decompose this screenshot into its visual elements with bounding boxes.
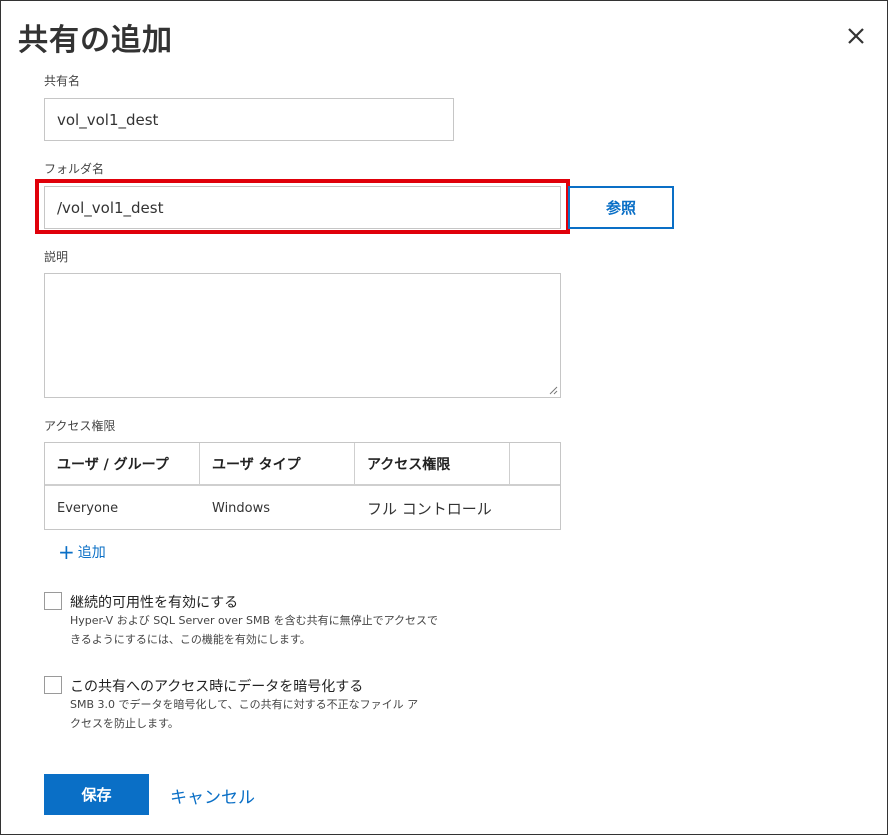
access-table: ユーザ / グループ ユーザ タイプ アクセス権限 Everyone Windo… (44, 442, 561, 530)
plus-icon: + (58, 540, 75, 564)
cell-access: フル コントロール (367, 499, 492, 518)
cell-actions (510, 493, 560, 523)
column-header-user-group[interactable]: ユーザ / グループ (45, 443, 200, 484)
access-permissions-label: アクセス権限 (44, 419, 116, 433)
continuous-availability-description-line2: きるようにするには、この機能を有効にします。 (70, 633, 311, 646)
continuous-availability-checkbox[interactable] (44, 592, 62, 610)
share-name-input[interactable]: vol_vol1_dest (44, 98, 454, 141)
encryption-label[interactable]: この共有へのアクセス時にデータを暗号化する (70, 676, 363, 696)
continuous-availability-description-line1: Hyper-V および SQL Server over SMB を含む共有に無停… (70, 614, 439, 627)
add-permission-label: 追加 (77, 545, 106, 561)
table-header: ユーザ / グループ ユーザ タイプ アクセス権限 (45, 443, 560, 486)
continuous-availability-label[interactable]: 継続的可用性を有効にする (70, 592, 238, 612)
browse-button[interactable]: 参照 (568, 186, 674, 229)
encryption-checkbox[interactable] (44, 676, 62, 694)
encryption-description-line2: クセスを防止します。 (70, 717, 179, 730)
cancel-button[interactable]: キャンセル (170, 783, 255, 808)
resize-grip-icon[interactable] (548, 385, 558, 395)
description-textarea[interactable] (44, 273, 561, 398)
description-label: 説明 (44, 250, 69, 264)
dialog-title: 共有の追加 (18, 23, 173, 58)
encryption-description: SMB 3.0 でデータを暗号化して、この共有に対する不正なファイル ア クセス… (70, 695, 460, 733)
save-button[interactable]: 保存 (44, 774, 149, 815)
column-header-access[interactable]: アクセス権限 (355, 443, 510, 484)
folder-name-highlight (35, 179, 570, 234)
add-share-dialog: 共有の追加 共有名 vol_vol1_dest フォルダ名 /vol_vol1_… (0, 0, 888, 835)
folder-name-label: フォルダ名 (44, 162, 105, 176)
column-header-user-type[interactable]: ユーザ タイプ (200, 443, 355, 484)
cell-user-type: Windows (212, 500, 271, 516)
encryption-description-line1: SMB 3.0 でデータを暗号化して、この共有に対する不正なファイル ア (70, 698, 419, 711)
cell-user-group: Everyone (57, 500, 119, 516)
share-name-value: vol_vol1_dest (57, 110, 159, 129)
column-header-actions (510, 443, 560, 484)
close-icon[interactable] (845, 25, 867, 47)
continuous-availability-description: Hyper-V および SQL Server over SMB を含む共有に無停… (70, 611, 460, 649)
share-name-label: 共有名 (44, 74, 81, 88)
add-permission-link[interactable]: + 追加 (58, 542, 106, 562)
